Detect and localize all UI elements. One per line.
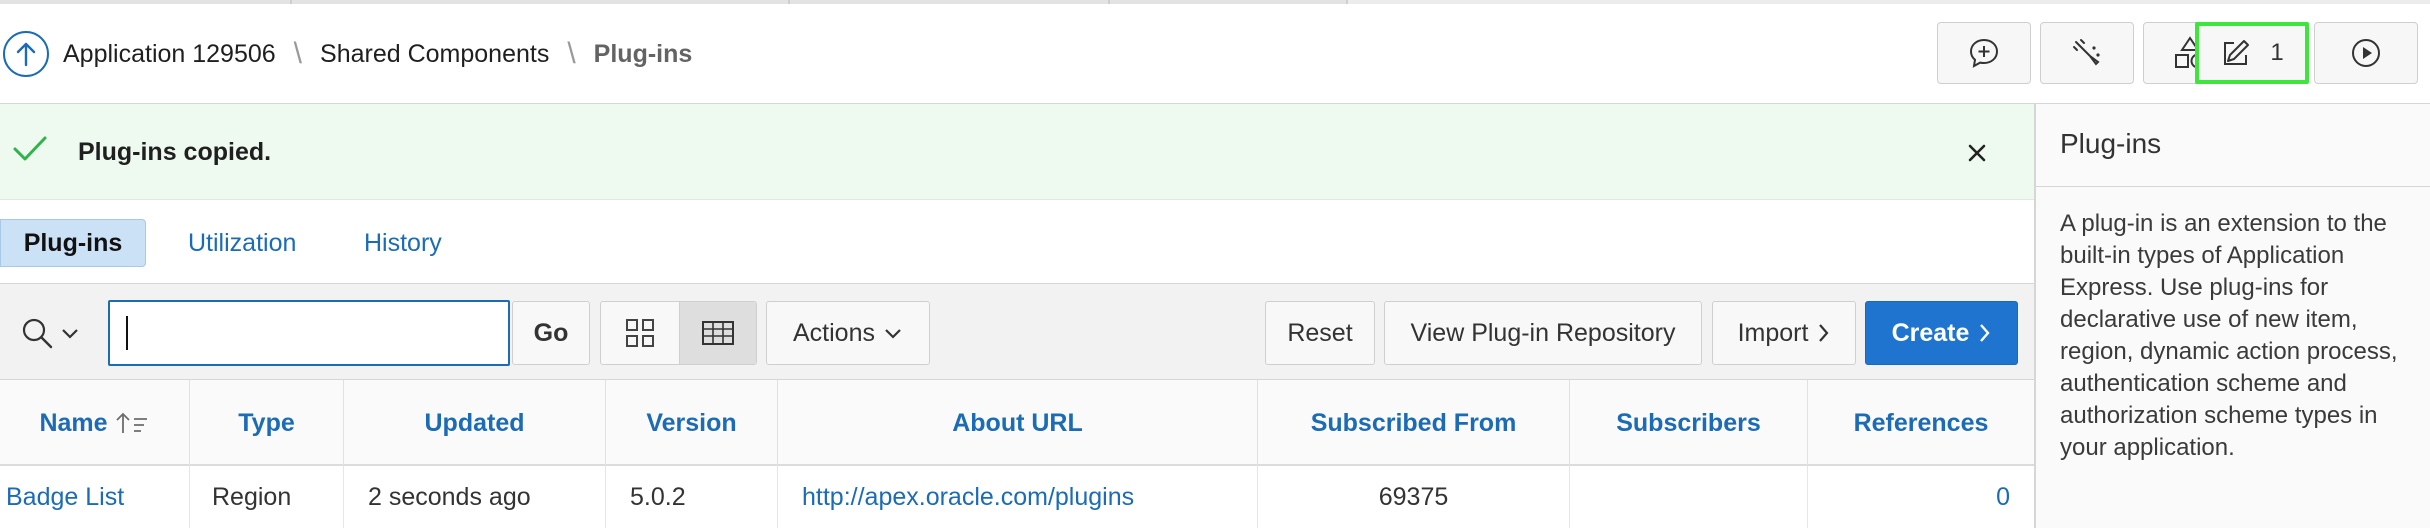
search-input[interactable]	[108, 300, 510, 366]
breadcrumb-shared-components[interactable]: Shared Components	[320, 40, 549, 69]
chevron-down-icon	[62, 329, 78, 339]
create-button[interactable]: Create	[1865, 301, 2018, 365]
report-view-button[interactable]	[678, 302, 756, 364]
success-message-text: Plug-ins copied.	[78, 138, 272, 166]
import-label: Import	[1737, 318, 1809, 347]
column-header-version[interactable]: Version	[606, 380, 778, 466]
breadcrumb: Application 129506 \ Shared Components \…	[0, 28, 692, 80]
run-page-button[interactable]	[2314, 22, 2418, 84]
report-view-icon	[701, 321, 734, 345]
cell-subscribers	[1570, 466, 1808, 528]
cell-subscribed-from: 69375	[1258, 466, 1570, 528]
import-button[interactable]: Import	[1712, 301, 1856, 365]
help-divider	[2036, 186, 2430, 187]
table-header-row: Name Type Updated Version About URL Subs…	[0, 380, 2034, 466]
chevron-right-icon	[1819, 324, 1829, 342]
column-header-label: Name	[39, 408, 108, 437]
go-button[interactable]: Go	[512, 301, 590, 365]
play-icon	[2352, 39, 2380, 67]
cell-updated: 2 seconds ago	[344, 466, 606, 528]
view-switcher	[600, 301, 757, 365]
actions-label: Actions	[793, 318, 875, 347]
edit-icon	[2224, 40, 2250, 65]
cell-type: Region	[190, 466, 344, 528]
references-link[interactable]: 0	[1808, 466, 2034, 528]
chevron-right-icon	[1980, 324, 1991, 342]
column-header-subscribed-from[interactable]: Subscribed From	[1258, 380, 1570, 466]
breadcrumb-separator: \	[293, 37, 303, 70]
tab-utilization[interactable]: Utilization	[166, 219, 318, 267]
sort-asc-icon	[115, 412, 147, 433]
navigate-up-button[interactable]	[3, 31, 49, 77]
column-header-type[interactable]: Type	[190, 380, 344, 466]
arrow-up-icon	[16, 42, 36, 67]
column-header-about-url[interactable]: About URL	[778, 380, 1258, 466]
column-header-subscribers[interactable]: Subscribers	[1570, 380, 1808, 466]
report-toolbar: Go Actions Reset View Plug-in Repository…	[0, 284, 2034, 380]
quick-edit-button[interactable]	[2040, 22, 2134, 84]
search-icon	[22, 318, 53, 349]
reset-button[interactable]: Reset	[1265, 301, 1375, 365]
table-row: Badge List Region 2 seconds ago 5.0.2 ht…	[0, 466, 2034, 528]
success-message: Plug-ins copied.	[0, 104, 2034, 200]
page-header: Application 129506 \ Shared Components \…	[0, 0, 2430, 104]
changes-count: 1	[2270, 39, 2284, 66]
check-icon	[13, 136, 47, 161]
cell-version: 5.0.2	[606, 466, 778, 528]
brush-icon	[2073, 39, 2100, 66]
breadcrumb-application[interactable]: Application 129506	[63, 40, 276, 69]
dismiss-message-button[interactable]	[1963, 138, 1993, 168]
icon-view-button[interactable]	[601, 302, 679, 364]
breadcrumb-separator: \	[567, 37, 576, 70]
breadcrumb-current: Plug-ins	[593, 39, 693, 68]
chevron-down-icon	[885, 329, 901, 339]
edit-changes-button[interactable]: 1	[2195, 22, 2309, 84]
grid-view-icon	[625, 319, 654, 347]
tab-plug-ins[interactable]: Plug-ins	[0, 219, 146, 267]
text-cursor	[126, 316, 128, 350]
column-header-references[interactable]: References	[1808, 380, 2034, 466]
feedback-icon	[1969, 38, 1999, 68]
create-label: Create	[1891, 318, 1970, 347]
plugin-name-link[interactable]: Badge List	[0, 466, 190, 528]
help-panel: Plug-ins A plug-in is an extension to th…	[2034, 104, 2430, 528]
view-plugin-repository-button[interactable]: View Plug-in Repository	[1384, 301, 1702, 365]
feedback-button[interactable]	[1937, 22, 2031, 84]
column-header-name[interactable]: Name	[0, 380, 190, 466]
tab-history[interactable]: History	[342, 219, 464, 267]
close-icon	[1968, 144, 1986, 162]
help-text: A plug-in is an extension to the built-i…	[2060, 210, 2398, 461]
window-tab-strip	[0, 0, 2430, 4]
actions-menu-button[interactable]: Actions	[766, 301, 930, 365]
help-title: Plug-ins	[2060, 128, 2162, 159]
about-url-link[interactable]: http://apex.oracle.com/plugins	[778, 466, 1258, 528]
search-column-menu[interactable]	[0, 301, 100, 365]
column-header-updated[interactable]: Updated	[344, 380, 606, 466]
page-tabs: Plug-ins Utilization History	[0, 200, 2034, 284]
plugins-report: Name Type Updated Version About URL Subs…	[0, 380, 2034, 528]
